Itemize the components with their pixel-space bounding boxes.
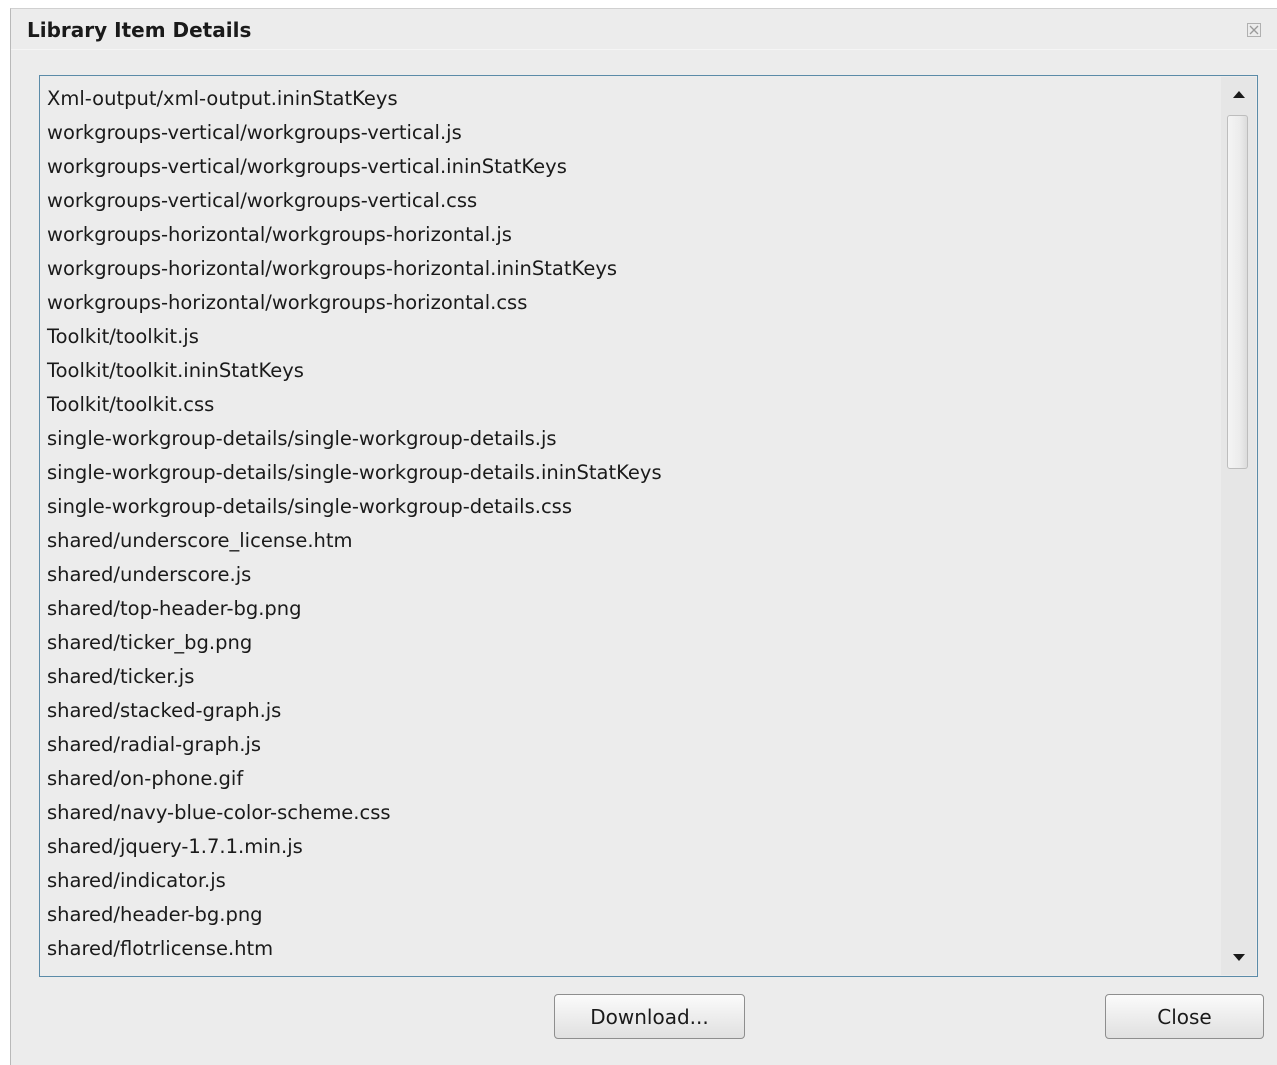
file-list-box[interactable]: Xml-output/xml-output.ininStatKeys workgr… [39, 75, 1258, 977]
file-list-item[interactable]: shared/stacked-graph.js [47, 694, 1217, 728]
scroll-down-arrow-icon[interactable] [1221, 941, 1256, 975]
file-list-item[interactable]: Toolkit/toolkit.css [47, 388, 1217, 422]
library-item-details-dialog: Library Item Details Xml-output/xml-outp… [10, 8, 1277, 1065]
file-list-item[interactable]: shared/top-header-bg.png [47, 592, 1217, 626]
close-button[interactable]: Close [1105, 994, 1264, 1039]
file-list-item[interactable]: workgroups-horizontal/workgroups-horizon… [47, 252, 1217, 286]
file-list-item[interactable]: workgroups-vertical/workgroups-vertical.… [47, 150, 1217, 184]
file-list-item[interactable]: workgroups-vertical/workgroups-vertical.… [47, 116, 1217, 150]
file-list-item[interactable]: workgroups-vertical/workgroups-vertical.… [47, 184, 1217, 218]
dialog-title: Library Item Details [27, 18, 252, 42]
file-list-item[interactable]: shared/header-bg.png [47, 898, 1217, 932]
file-list-item[interactable]: Toolkit/toolkit.js [47, 320, 1217, 354]
scroll-up-arrow-icon[interactable] [1221, 77, 1256, 111]
file-list-item[interactable]: shared/indicator.js [47, 864, 1217, 898]
dialog-titlebar[interactable]: Library Item Details [11, 9, 1277, 50]
file-list-item[interactable]: shared/underscore_license.htm [47, 524, 1217, 558]
file-list-item[interactable]: single-workgroup-details/single-workgrou… [47, 490, 1217, 524]
file-list-item[interactable]: shared/ticker.js [47, 660, 1217, 694]
close-x-icon[interactable] [1247, 22, 1261, 37]
file-list-item[interactable]: Xml-output/xml-output.ininStatKeys [47, 82, 1217, 116]
file-list-item[interactable]: shared/flotrlicense.htm [47, 932, 1217, 966]
download-button[interactable]: Download... [554, 994, 745, 1039]
file-list-item[interactable]: shared/underscore.js [47, 558, 1217, 592]
file-list-item[interactable]: workgroups-horizontal/workgroups-horizon… [47, 218, 1217, 252]
scrollbar-thumb[interactable] [1227, 115, 1248, 469]
file-list: Xml-output/xml-output.ininStatKeys workgr… [47, 82, 1217, 966]
file-list-item[interactable]: Toolkit/toolkit.ininStatKeys [47, 354, 1217, 388]
file-list-item[interactable]: shared/ticker_bg.png [47, 626, 1217, 660]
file-list-item[interactable]: shared/navy-blue-color-scheme.css [47, 796, 1217, 830]
file-list-item[interactable]: shared/jquery-1.7.1.min.js [47, 830, 1217, 864]
file-list-item[interactable]: workgroups-horizontal/workgroups-horizon… [47, 286, 1217, 320]
vertical-scrollbar[interactable] [1221, 77, 1256, 975]
file-list-item[interactable]: shared/on-phone.gif [47, 762, 1217, 796]
file-list-item[interactable]: shared/radial-graph.js [47, 728, 1217, 762]
file-list-item[interactable]: single-workgroup-details/single-workgrou… [47, 456, 1217, 490]
file-list-item[interactable]: single-workgroup-details/single-workgrou… [47, 422, 1217, 456]
